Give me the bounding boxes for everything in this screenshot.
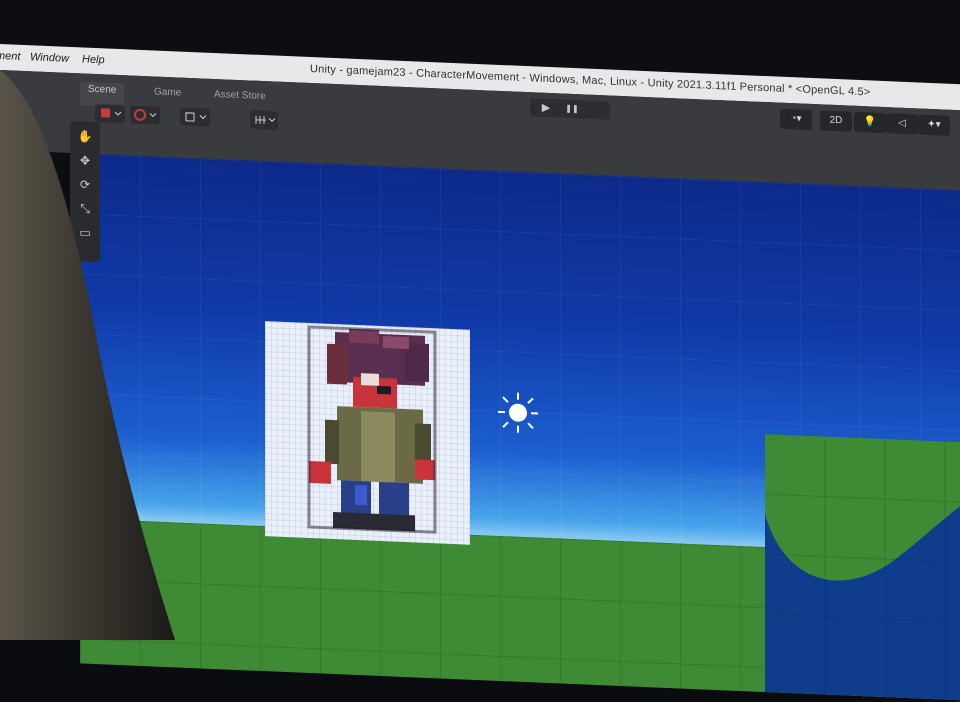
gizmo-icon[interactable]: ◔▾: [780, 109, 812, 130]
character-sprite[interactable]: [265, 321, 470, 545]
playback-controls: ▶ ❚❚: [530, 98, 610, 119]
effects-icon[interactable]: ✦▾: [918, 114, 950, 135]
foreground-shoulder: [0, 0, 200, 640]
pause-icon[interactable]: ❚❚: [562, 101, 582, 118]
pixel-character: [265, 321, 470, 545]
play-icon[interactable]: ▶: [536, 99, 556, 116]
tilemap-preview[interactable]: [765, 434, 960, 702]
mode-2d-toggle[interactable]: 2D: [820, 110, 852, 131]
sun-light-icon[interactable]: [497, 391, 539, 435]
scene-viewport[interactable]: [80, 153, 960, 702]
tilemap-shape: [765, 434, 960, 702]
audio-icon[interactable]: ◁: [886, 113, 918, 134]
grid-snap-button[interactable]: [250, 110, 278, 129]
lighting-icon[interactable]: 💡: [854, 112, 886, 133]
